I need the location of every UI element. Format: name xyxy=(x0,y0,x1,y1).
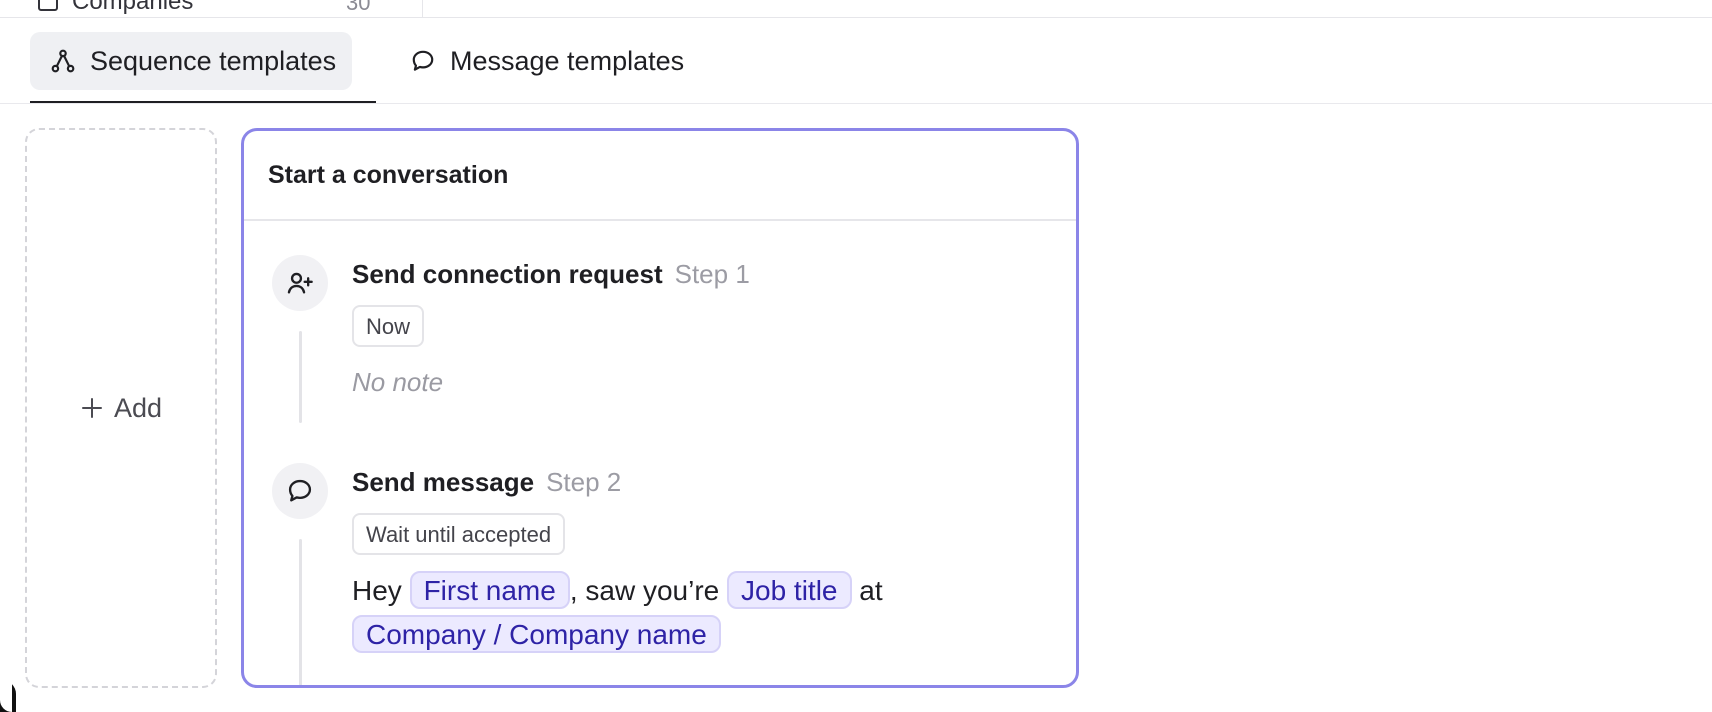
chat-bubble-icon xyxy=(288,479,312,502)
step-icon-wrap xyxy=(272,463,328,519)
template-title: Start a conversation xyxy=(244,131,1076,221)
step-icon-wrap xyxy=(272,255,328,311)
user-plus-icon xyxy=(287,272,313,294)
step-send-connection-request: Send connection request Step 1 Now No no… xyxy=(272,255,1052,445)
chat-bubble-icon xyxy=(412,50,434,71)
message-preview: Hey First name, saw you’re Job title at C… xyxy=(352,569,1052,657)
tab-sequence-templates[interactable]: Sequence templates xyxy=(30,32,353,90)
add-template-button[interactable]: Add xyxy=(25,128,217,688)
step-number: Step 2 xyxy=(546,467,622,497)
timing-badge: Wait until accepted xyxy=(352,513,566,555)
template-tabs: Sequence templates Message templates xyxy=(0,18,1712,104)
step-send-message: Send message Step 2 Wait until accepted … xyxy=(272,463,1052,685)
active-tab-underline xyxy=(30,101,376,103)
sequence-icon xyxy=(51,49,75,73)
message-text-segment: Hey xyxy=(352,575,410,606)
step-connector-line xyxy=(299,331,302,423)
message-text-segment: at xyxy=(851,575,883,606)
timing-badge: Now xyxy=(352,305,425,347)
sidebar-item-label: Companies xyxy=(72,0,194,15)
plus-icon xyxy=(81,398,102,418)
top-strip: Companies 30 xyxy=(0,0,1712,18)
message-text-segment: , saw you’re xyxy=(569,575,727,606)
page: Companies 30 Sequence templates Message … xyxy=(0,0,1712,712)
variable-chip-company-name: Company / Company name xyxy=(352,615,721,653)
sidebar-item-count: 30 xyxy=(346,0,371,15)
step-title-row: Send message Step 2 xyxy=(352,463,1052,503)
add-label: Add xyxy=(113,392,163,423)
step-title-row: Send connection request Step 1 xyxy=(352,255,1052,295)
briefcase-icon xyxy=(38,0,58,11)
tab-label: Message templates xyxy=(450,45,685,76)
window-corner-mask xyxy=(0,640,12,712)
step-connector-line xyxy=(299,539,302,685)
step-body: Send message Step 2 Wait until accepted … xyxy=(352,463,1052,657)
step-title: Send connection request xyxy=(352,259,663,289)
variable-chip-job-title: Job title xyxy=(727,571,852,609)
tab-label: Sequence templates xyxy=(90,45,337,76)
step-body: Send connection request Step 1 Now No no… xyxy=(352,255,1052,398)
variable-chip-first-name: First name xyxy=(409,571,570,609)
step-note: No note xyxy=(352,367,444,397)
sequence-template-card[interactable]: Start a conversation Send connection req… xyxy=(241,128,1079,688)
vertical-divider xyxy=(422,0,423,17)
tab-message-templates[interactable]: Message templates xyxy=(390,32,700,90)
sidebar-item-companies[interactable]: Companies xyxy=(36,0,194,15)
step-title: Send message xyxy=(352,467,535,497)
step-number: Step 1 xyxy=(674,259,750,289)
